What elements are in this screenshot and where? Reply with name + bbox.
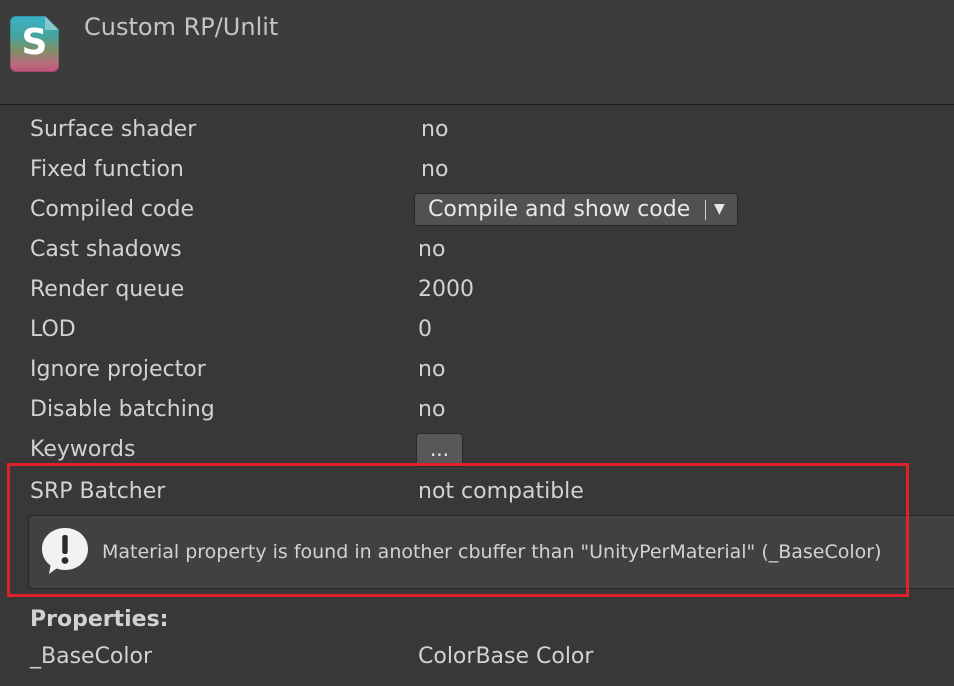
cast-shadows-label: Cast shadows xyxy=(30,237,182,262)
disable-batching-value: no xyxy=(418,397,446,422)
highlight-annotation xyxy=(7,463,909,597)
compiled-code-label: Compiled code xyxy=(30,197,194,222)
inspector-header: S Custom RP/Unlit xyxy=(0,0,954,104)
properties-heading: Properties: xyxy=(30,607,169,632)
compile-and-show-code-dropdown[interactable]: Compile and show code ▼ xyxy=(414,193,738,226)
shader-file-icon: S xyxy=(10,16,59,72)
fixed-function-label: Fixed function xyxy=(30,157,184,182)
shader-title: Custom RP/Unlit xyxy=(84,13,279,41)
header-divider xyxy=(0,104,954,105)
render-queue-value: 2000 xyxy=(418,277,474,302)
fixed-function-value: no xyxy=(421,157,449,182)
ignore-projector-value: no xyxy=(418,357,446,382)
keywords-label: Keywords xyxy=(30,437,136,462)
disable-batching-label: Disable batching xyxy=(30,397,215,422)
surface-shader-label: Surface shader xyxy=(30,117,197,142)
keywords-button[interactable]: ... xyxy=(416,433,463,467)
cast-shadows-value: no xyxy=(418,237,446,262)
lod-label: LOD xyxy=(30,317,76,342)
chevron-down-icon[interactable]: ▼ xyxy=(714,194,725,225)
ignore-projector-label: Ignore projector xyxy=(30,357,206,382)
lod-value: 0 xyxy=(418,317,432,342)
surface-shader-value: no xyxy=(421,117,449,142)
property-name: _BaseColor xyxy=(30,644,153,669)
render-queue-label: Render queue xyxy=(30,277,185,302)
dropdown-label: Compile and show code xyxy=(428,197,691,222)
shader-icon-letter: S xyxy=(21,22,48,63)
dropdown-separator xyxy=(705,200,706,220)
property-value: ColorBase Color xyxy=(418,644,594,669)
